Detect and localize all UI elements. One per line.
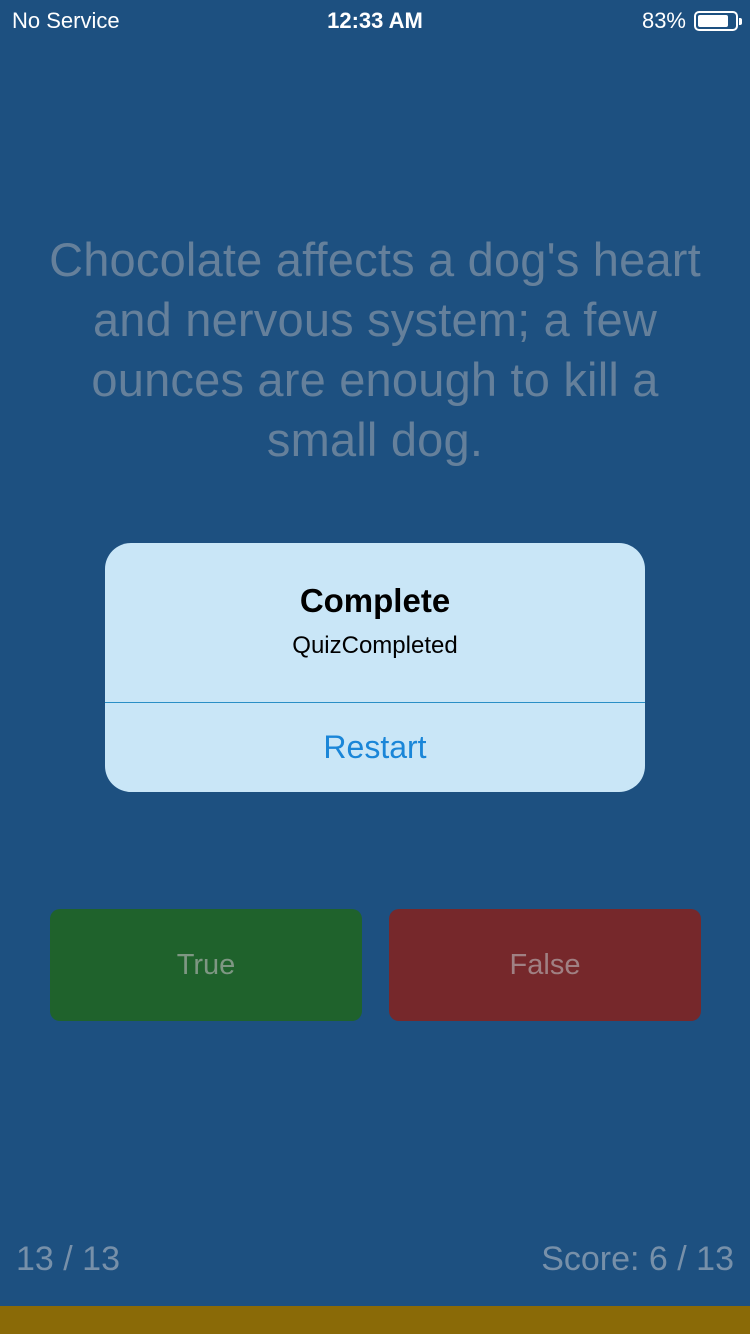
true-button[interactable]: True [50, 909, 362, 1021]
question-progress: 13 / 13 [16, 1240, 120, 1278]
false-button[interactable]: False [389, 909, 701, 1021]
question-text: Chocolate affects a dog's heart and nerv… [49, 233, 701, 466]
status-bar: No Service 12:33 AM 83% [0, 0, 750, 40]
status-time: 12:33 AM [327, 8, 423, 33]
progress-fill [0, 1306, 750, 1334]
battery-nub [739, 18, 742, 25]
alert-message: QuizCompleted [292, 632, 458, 659]
restart-button[interactable]: Restart [105, 703, 645, 791]
progress-bar [0, 1306, 750, 1334]
battery-icon [694, 11, 742, 31]
battery-percent: 83% [641, 8, 686, 33]
score-label: Score: 6 / 13 [541, 1240, 734, 1278]
battery-fill [698, 15, 728, 27]
status-right: 83% [641, 8, 742, 34]
alert-title: Complete [299, 582, 451, 619]
